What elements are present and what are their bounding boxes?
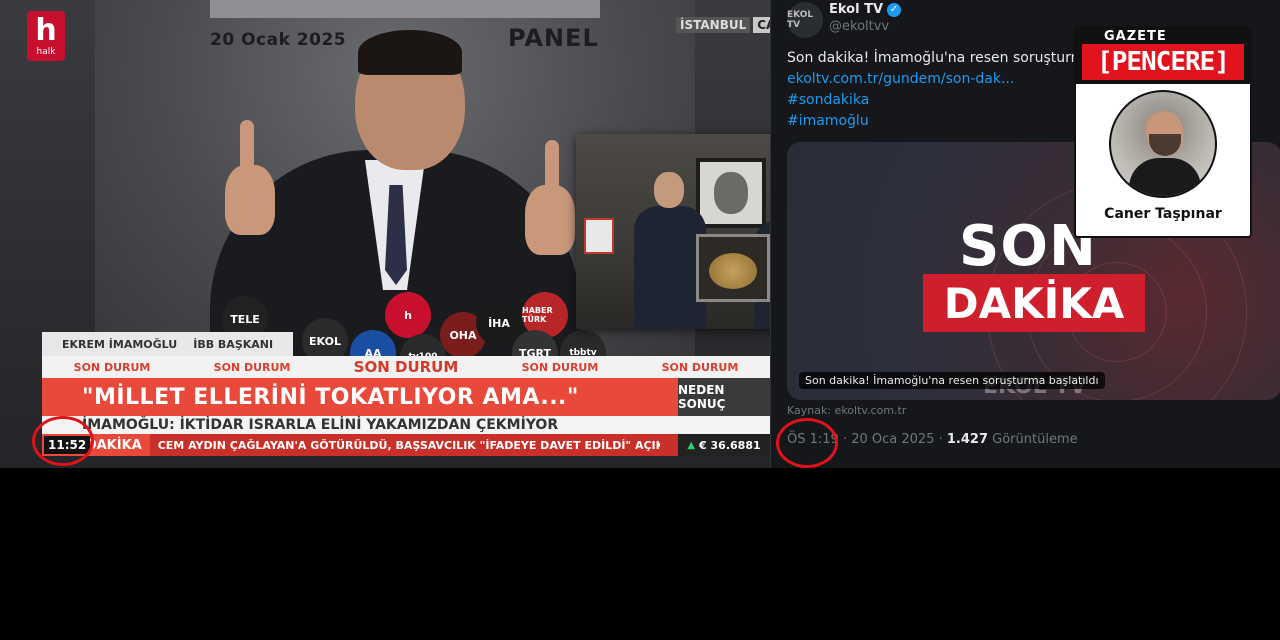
time-highlight-circle <box>776 418 838 468</box>
status-main: SON DURUM <box>353 358 459 376</box>
neden-sonuc-tag: NEDEN SONUÇ <box>678 378 770 416</box>
speaker-title: İBB BAŞKANI <box>193 337 274 351</box>
news-headline: "MİLLET ELLERİNİ TOKATLIYOR AMA..." <box>42 378 678 416</box>
panel-sign: PANEL <box>508 24 599 52</box>
live-label: CANLI <box>753 17 770 33</box>
ekol-avatar[interactable]: EKOL TV <box>787 2 823 38</box>
card-dakika-text: DAKİKA <box>923 274 1145 332</box>
badge-pencere: [PENCERE] <box>1082 44 1244 80</box>
man-left-head <box>654 172 684 208</box>
badge-gazete: GAZETE <box>1104 29 1167 44</box>
ticker-text: CEM AYDIN ÇAĞLAYAN'A GÖTÜRÜLDÜ, BAŞSAVCI… <box>157 438 660 452</box>
event-date: 20 Ocak 2025 <box>210 30 347 50</box>
son-durum-bar: SON DURUM SON DURUM SON DURUM SON DURUM … <box>42 356 770 378</box>
bottom-black-area <box>0 468 1280 640</box>
framed-jersey <box>584 218 614 254</box>
author-portrait <box>1109 90 1217 198</box>
live-city: İSTANBUL <box>676 17 751 33</box>
left-hand <box>225 165 275 235</box>
tweet-handle[interactable]: @ekoltvv <box>829 19 889 34</box>
news-ticker: SON DAKİKA CEM AYDIN ÇAĞLAYAN'A GÖTÜRÜLD… <box>42 434 770 456</box>
author-shirt <box>1129 158 1201 196</box>
card-caption: Son dakika! İmamoğlu'na resen soruşturma… <box>799 372 1105 389</box>
backdrop-banner <box>210 0 600 18</box>
gazete-pencere-badge: GAZETE [PENCERE] Caner Taşpınar <box>1074 26 1252 238</box>
right-hand <box>525 185 575 255</box>
tweet-views: 1.427 <box>946 432 988 447</box>
card-source[interactable]: Kaynak: ekoltv.com.tr <box>787 404 906 417</box>
tweet-date[interactable]: 20 Oca 2025 <box>851 432 934 447</box>
verified-check-icon: ✓ <box>887 2 902 17</box>
speaker-nameplate: EKREM İMAMOĞLU İBB BAŞKANI <box>42 332 294 356</box>
eur-rate: ▲ € 36.6881 <box>678 434 770 456</box>
tweet-author[interactable]: Ekol TV ✓ <box>829 2 902 17</box>
logo-letter: h <box>35 13 57 48</box>
logo-word: halk <box>36 47 56 57</box>
author-name: Caner Taşpınar <box>1104 206 1222 222</box>
speaker-hair <box>358 30 462 75</box>
status-small-right: SON DURUM <box>521 360 599 374</box>
clock-highlight-circle <box>32 416 94 466</box>
halk-tv-logo: h halk <box>27 11 65 61</box>
status-small-left: SON DURUM <box>73 360 151 374</box>
status-small-far-right: SON DURUM <box>661 360 739 374</box>
eur-rate-value: € 36.6881 <box>699 438 761 452</box>
microphone-halk: h <box>385 292 431 338</box>
status-small-mid: SON DURUM <box>213 360 291 374</box>
gift-plaque <box>696 234 770 302</box>
news-subline: İMAMOĞLU: İKTİDAR ISRARLA ELİNİ YAKAMIZD… <box>42 416 770 434</box>
tweet-views-label: Görüntüleme <box>992 432 1078 447</box>
speaker-name: EKREM İMAMOĞLU <box>62 337 178 351</box>
tweet-author-name[interactable]: Ekol TV <box>829 2 883 17</box>
up-arrow-icon: ▲ <box>687 439 696 451</box>
live-tag: İSTANBUL CANLI <box>676 17 770 33</box>
